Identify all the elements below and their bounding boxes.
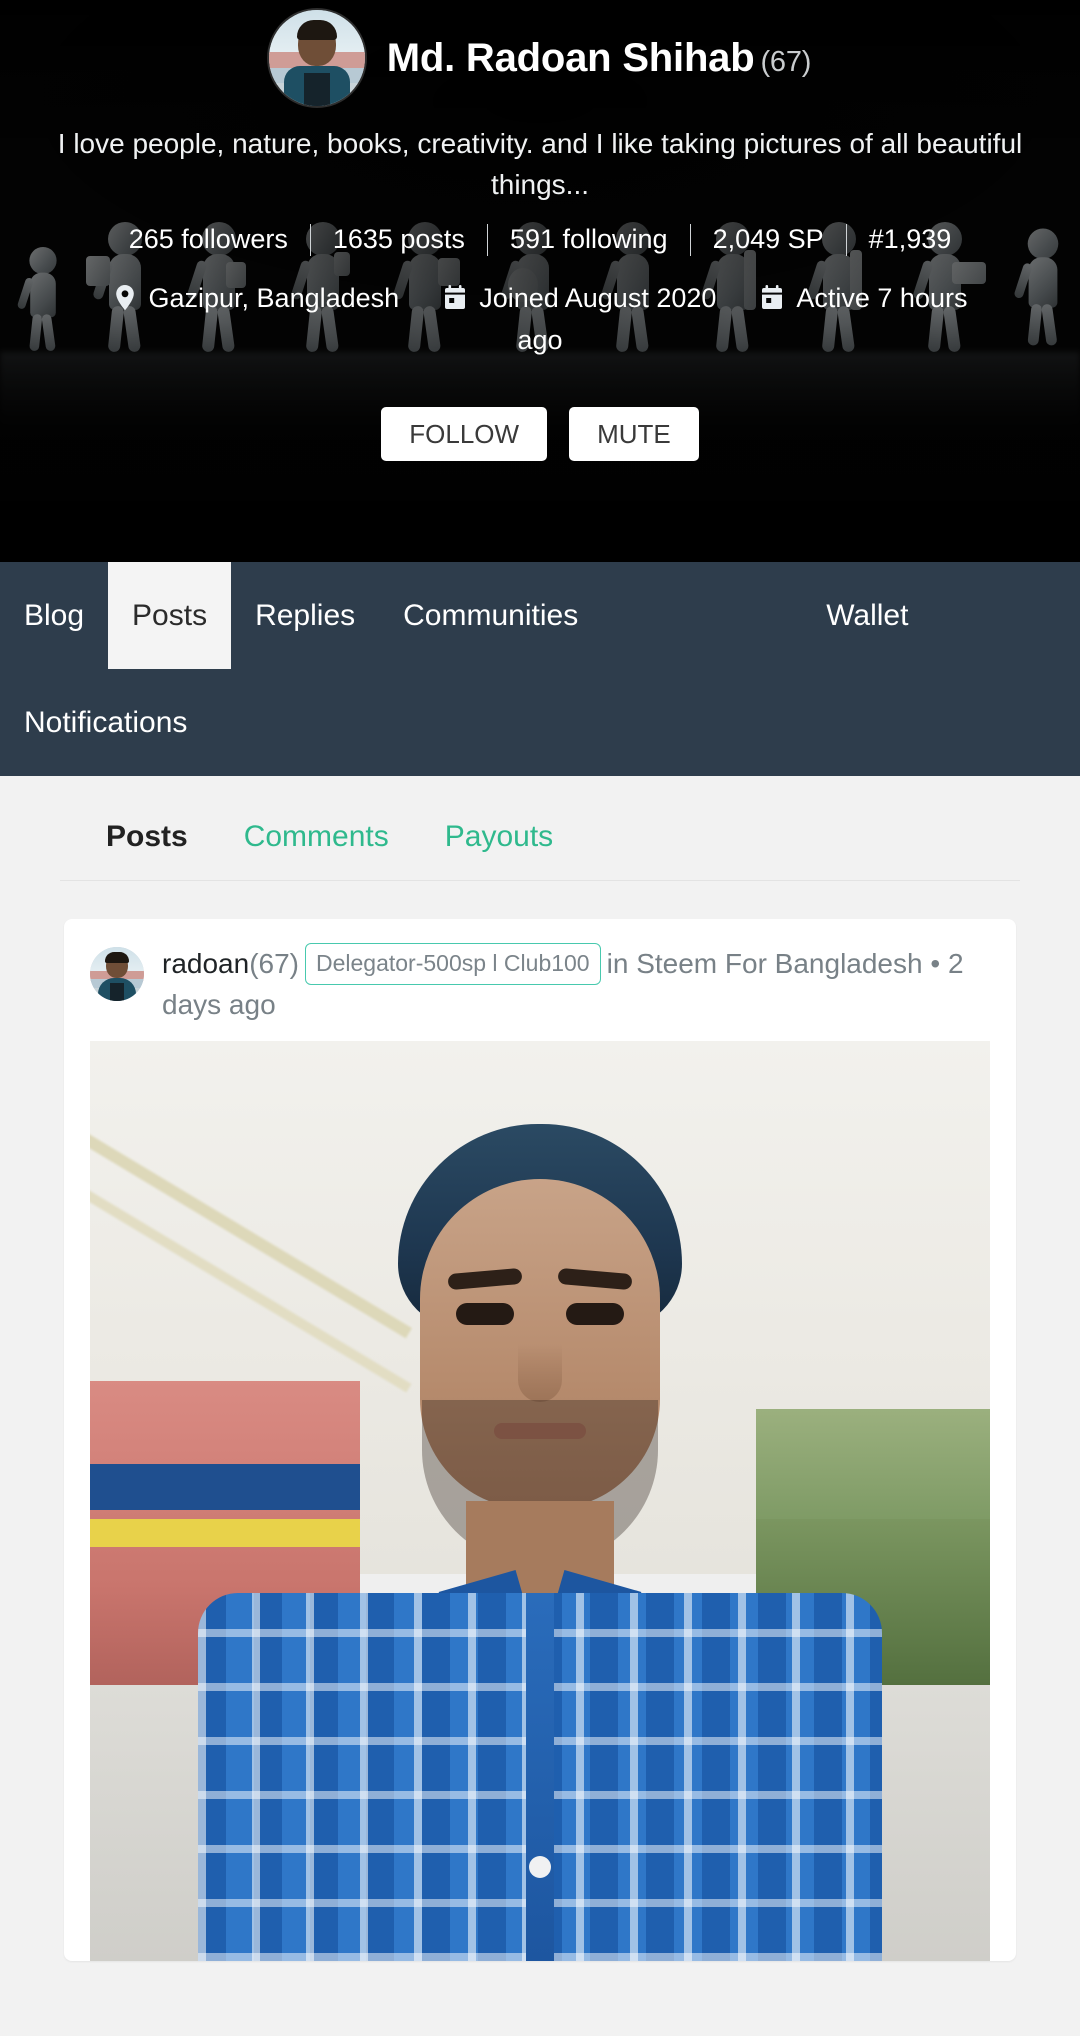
profile-active: Active 7 hours xyxy=(760,278,967,319)
stat-steem-power[interactable]: 2,049 SP xyxy=(691,224,846,255)
profile-content: Posts Comments Payouts radoan(67) Delegat… xyxy=(0,776,1080,1961)
stat-posts[interactable]: 1635 posts xyxy=(311,224,487,255)
profile-stats: 265 followers 1635 posts 591 following 2… xyxy=(0,223,1080,256)
post-photo[interactable] xyxy=(90,1040,990,1961)
tab-wallet[interactable]: Wallet xyxy=(802,562,932,669)
stat-followers[interactable]: 265 followers xyxy=(107,224,310,255)
profile-reputation: (67) xyxy=(760,45,812,78)
subtabs-divider xyxy=(60,880,1020,881)
subtab-comments[interactable]: Comments xyxy=(244,820,389,854)
post-author-name[interactable]: radoan xyxy=(162,948,249,979)
stat-rank[interactable]: #1,939 xyxy=(847,224,974,255)
calendar-icon xyxy=(760,284,784,312)
nav-row-secondary: Notifications xyxy=(0,669,1080,776)
profile-identity: Md. Radoan Shihab (67) xyxy=(0,10,1080,106)
page-title: Md. Radoan Shihab (67) xyxy=(387,36,812,81)
user-avatar-icon xyxy=(268,10,365,106)
post-separator: • xyxy=(930,948,941,979)
profile-active-tail: ago xyxy=(517,325,563,356)
post-header: radoan(67) Delegator-500sp l Club100 in St… xyxy=(64,937,1016,1041)
user-avatar-icon xyxy=(90,947,144,1001)
status-badge: Delegator-500sp l Club100 xyxy=(304,943,601,985)
profile-location: Gazipur, Bangladesh xyxy=(113,278,400,319)
subtab-payouts[interactable]: Payouts xyxy=(445,820,553,854)
tab-replies[interactable]: Replies xyxy=(231,562,379,669)
profile-location-text: Gazipur, Bangladesh xyxy=(148,282,400,313)
profile-joined: Joined August 2020 xyxy=(443,278,716,319)
subtab-posts[interactable]: Posts xyxy=(106,820,188,854)
post-author-avatar[interactable] xyxy=(90,947,144,1001)
mute-button[interactable]: MUTE xyxy=(569,406,699,461)
stat-following[interactable]: 591 following xyxy=(488,224,690,255)
tab-blog[interactable]: Blog xyxy=(0,562,108,669)
post-author-reputation: (67) xyxy=(249,948,299,979)
tab-communities[interactable]: Communities xyxy=(379,562,602,669)
tab-notifications[interactable]: Notifications xyxy=(0,669,211,776)
profile-nav: Blog Posts Replies Communities Wallet No… xyxy=(0,562,1080,776)
follow-button[interactable]: FOLLOW xyxy=(381,406,548,461)
calendar-icon xyxy=(443,284,467,312)
profile-about: I love people, nature, books, creativity… xyxy=(57,128,1023,200)
post-community-prefix: in xyxy=(606,948,629,979)
profile-name-text: Md. Radoan Shihab xyxy=(386,35,755,80)
content-subtabs: Posts Comments Payouts xyxy=(60,776,1020,854)
map-pin-icon xyxy=(113,284,137,312)
post-byline: radoan(67) Delegator-500sp l Club100 in St… xyxy=(162,943,990,1025)
profile-joined-text: Joined August 2020 xyxy=(479,282,717,313)
profile-meta: Gazipur, Bangladesh Joined August 2020 A… xyxy=(35,278,1045,361)
profile-actions: FOLLOW MUTE xyxy=(0,406,1080,461)
tab-posts[interactable]: Posts xyxy=(108,562,232,669)
nav-row-primary: Blog Posts Replies Communities Wallet xyxy=(0,562,1080,669)
post-card[interactable]: radoan(67) Delegator-500sp l Club100 in St… xyxy=(64,919,1016,1961)
avatar[interactable] xyxy=(268,10,365,106)
post-community-name[interactable]: Steem For Bangladesh xyxy=(636,948,922,979)
profile-active-text: Active 7 hours xyxy=(796,282,968,313)
profile-header: Md. Radoan Shihab (67) I love people, nat… xyxy=(0,0,1080,562)
